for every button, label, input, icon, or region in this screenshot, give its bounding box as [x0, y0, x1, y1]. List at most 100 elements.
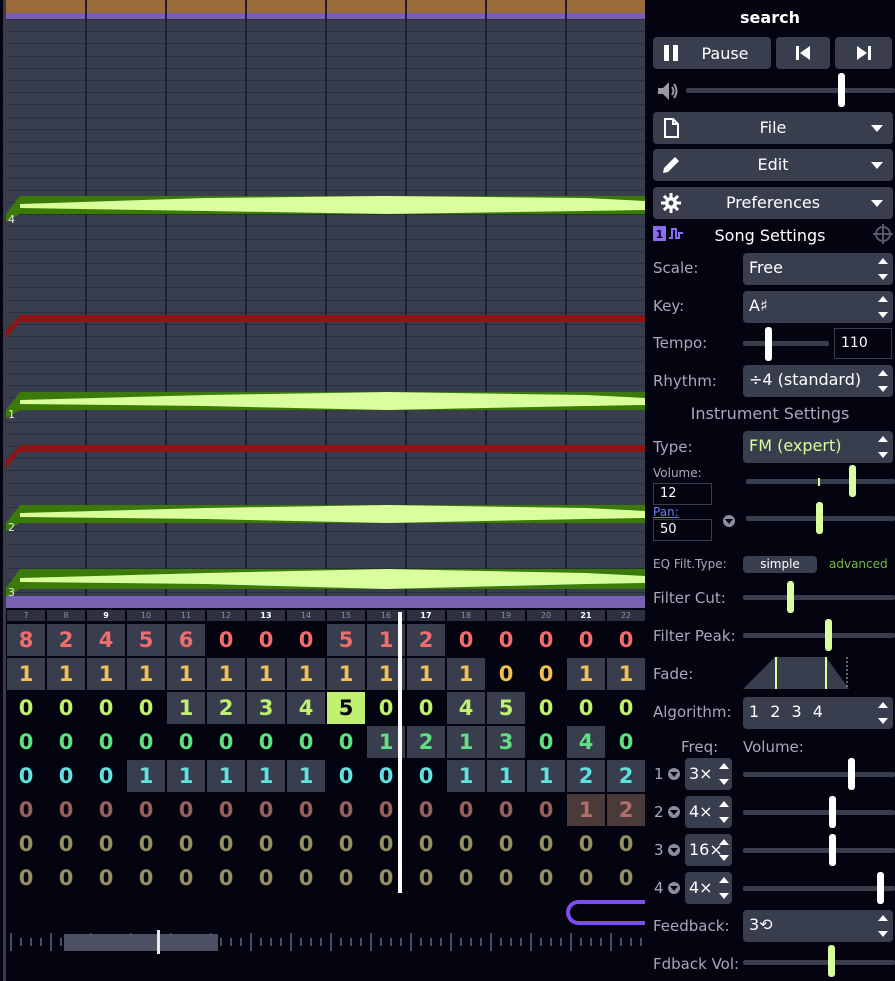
note-envelopes[interactable] [6, 0, 645, 608]
bar-number[interactable]: 8 [47, 610, 85, 621]
pattern-cell[interactable]: 4 [447, 692, 485, 724]
pattern-cell[interactable]: 0 [127, 828, 165, 860]
pattern-cell[interactable]: 1 [247, 760, 285, 792]
bar-number[interactable]: 9 [87, 610, 125, 621]
bar-number[interactable]: 10 [127, 610, 165, 621]
pattern-cell[interactable]: 1 [567, 658, 605, 690]
pattern-cell[interactable]: 0 [47, 760, 85, 792]
pattern-cell[interactable]: 1 [407, 658, 445, 690]
pattern-cell[interactable]: 2 [207, 692, 245, 724]
pan-slider-thumb[interactable] [816, 502, 823, 534]
instrument-type-select[interactable]: FM (expert) [743, 431, 893, 463]
tempo-input[interactable]: 110 [834, 328, 892, 359]
pattern-cell[interactable]: 0 [527, 794, 565, 826]
pan-dropdown-icon[interactable] [723, 515, 735, 527]
pattern-cell[interactable]: 0 [527, 862, 565, 894]
pattern-cell[interactable]: 0 [327, 726, 365, 758]
pattern-cell[interactable]: 2 [47, 624, 85, 656]
instrument-volume-thumb[interactable] [849, 465, 856, 497]
pattern-cell[interactable]: 0 [607, 726, 645, 758]
bar-number[interactable]: 14 [287, 610, 325, 621]
bar-number[interactable]: 13 [247, 610, 285, 621]
pattern-cell[interactable]: 1 [167, 692, 205, 724]
pattern-cell[interactable]: 0 [287, 726, 325, 758]
pattern-cell[interactable]: 0 [47, 692, 85, 724]
pattern-cell[interactable]: 0 [487, 624, 525, 656]
pattern-cell[interactable]: 5 [127, 624, 165, 656]
pattern-cell[interactable]: 0 [287, 794, 325, 826]
pattern-cell[interactable]: 0 [607, 862, 645, 894]
pattern-cell[interactable]: 0 [487, 828, 525, 860]
bar-number[interactable]: 18 [447, 610, 485, 621]
pattern-cell[interactable]: 0 [87, 760, 125, 792]
pattern-cell[interactable]: 1 [127, 658, 165, 690]
pattern-cell[interactable]: 0 [527, 658, 565, 690]
bar-number[interactable]: 12 [207, 610, 245, 621]
pattern-cell[interactable]: 1 [607, 658, 645, 690]
pattern-cell[interactable]: 0 [207, 862, 245, 894]
pattern-cell[interactable]: 0 [487, 862, 525, 894]
key-select[interactable]: A♯ [743, 291, 893, 323]
pattern-cell[interactable]: 2 [607, 794, 645, 826]
pattern-cell[interactable]: 0 [247, 624, 285, 656]
piano-roll[interactable]: 4 1 2 3 [6, 0, 645, 608]
pattern-cell[interactable]: 5 [487, 692, 525, 724]
operator-volume-thumb[interactable] [877, 872, 884, 904]
pattern-cell[interactable]: 0 [127, 862, 165, 894]
pattern-cell[interactable]: 0 [407, 794, 445, 826]
file-menu[interactable]: File [653, 112, 893, 144]
scrollbar-thumb[interactable] [64, 934, 218, 951]
operator-volume-thumb[interactable] [829, 834, 836, 866]
pattern-cell[interactable]: 1 [207, 658, 245, 690]
pattern-cell[interactable]: 0 [47, 828, 85, 860]
pattern-cell[interactable]: 1 [87, 658, 125, 690]
rhythm-select[interactable]: ÷4 (standard) [743, 365, 893, 397]
operator-dropdown-icon[interactable] [668, 844, 680, 856]
pattern-cell[interactable]: 0 [7, 794, 45, 826]
filter-cut-track[interactable] [743, 595, 895, 600]
pattern-cell[interactable]: 2 [407, 624, 445, 656]
pattern-cell[interactable]: 1 [567, 794, 605, 826]
master-volume-thumb[interactable] [838, 73, 845, 107]
pattern-cell[interactable]: 1 [527, 760, 565, 792]
pattern-cell[interactable]: 0 [567, 828, 605, 860]
bar-number[interactable]: 17 [407, 610, 445, 621]
operator-volume-track[interactable] [743, 810, 895, 815]
pattern-cell[interactable]: 0 [167, 862, 205, 894]
pattern-cell[interactable]: 0 [207, 794, 245, 826]
pattern-cell[interactable]: 0 [247, 828, 285, 860]
fade-envelope[interactable] [743, 655, 853, 691]
pattern-cell[interactable]: 1 [287, 760, 325, 792]
operator-frequency-select[interactable]: 16× [685, 834, 732, 866]
feedback-select[interactable]: 3⟲ [743, 910, 893, 942]
pattern-cell[interactable]: 0 [567, 692, 605, 724]
pattern-cell[interactable]: 0 [407, 828, 445, 860]
pattern-cell[interactable]: 3 [247, 692, 285, 724]
pattern-grid[interactable]: 8245600051200000111111111111001100001234… [6, 623, 645, 895]
operator-dropdown-icon[interactable] [668, 768, 680, 780]
loop-end-marker[interactable] [566, 900, 656, 925]
bar-number[interactable]: 11 [167, 610, 205, 621]
pattern-cell[interactable]: 1 [127, 760, 165, 792]
pattern-cell[interactable]: 4 [287, 692, 325, 724]
pattern-cell[interactable]: 0 [527, 624, 565, 656]
pattern-cell[interactable]: 0 [447, 828, 485, 860]
pattern-cell[interactable]: 1 [447, 658, 485, 690]
operator-frequency-select[interactable]: 4× [685, 796, 732, 828]
filter-cut-thumb[interactable] [787, 581, 794, 613]
pattern-cell[interactable]: 0 [527, 692, 565, 724]
pattern-cell[interactable]: 5 [327, 692, 365, 724]
pattern-cell[interactable]: 4 [87, 624, 125, 656]
pattern-cell[interactable]: 0 [247, 862, 285, 894]
pattern-cell[interactable]: 0 [567, 862, 605, 894]
pattern-cell[interactable]: 8 [7, 624, 45, 656]
tempo-slider-track[interactable] [743, 341, 829, 346]
pattern-cell[interactable]: 0 [87, 692, 125, 724]
feedback-volume-track[interactable] [743, 960, 895, 965]
pattern-cell[interactable]: 0 [207, 828, 245, 860]
pattern-cell[interactable]: 0 [87, 794, 125, 826]
pattern-cell[interactable]: 1 [247, 658, 285, 690]
operator-dropdown-icon[interactable] [668, 806, 680, 818]
pattern-cell[interactable]: 0 [447, 794, 485, 826]
pattern-cell[interactable]: 0 [207, 726, 245, 758]
